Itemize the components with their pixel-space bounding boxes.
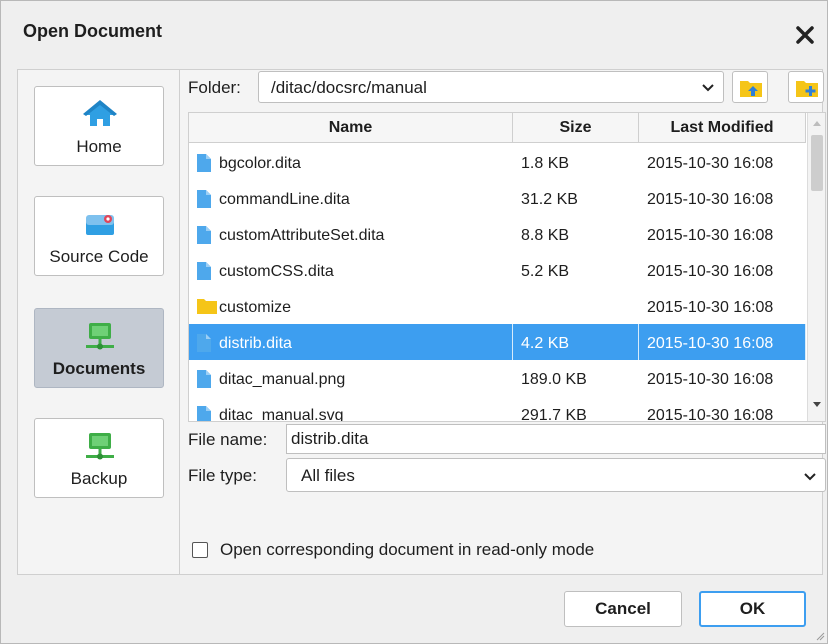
file-name-cell: ditac_manual.png bbox=[189, 360, 513, 396]
place-label: Backup bbox=[70, 469, 128, 488]
folder-icon bbox=[197, 299, 217, 314]
read-only-checkbox[interactable] bbox=[192, 542, 208, 558]
file-name-label: File name: bbox=[188, 430, 268, 449]
file-icon bbox=[197, 154, 211, 172]
file-row[interactable]: customize 2015-10-30 16:08 bbox=[189, 288, 806, 324]
file-size: 8.8 KB bbox=[521, 227, 570, 244]
file-size bbox=[513, 288, 639, 324]
file-name-cell: bgcolor.dita bbox=[189, 144, 513, 180]
place-label: Home bbox=[76, 137, 122, 156]
folder-up-icon bbox=[740, 81, 762, 97]
file-row[interactable]: ditac_manual.png 189.0 KB 2015-10-30 16:08 bbox=[189, 360, 806, 396]
file-name: commandLine.dita bbox=[219, 191, 350, 208]
file-name-cell: commandLine.dita bbox=[189, 180, 513, 216]
chevron-down-icon bbox=[804, 473, 816, 481]
file-size: 4.2 KB bbox=[513, 324, 639, 360]
file-name: customize bbox=[219, 299, 292, 316]
cancel-button[interactable]: Cancel bbox=[564, 591, 682, 627]
file-size: 189.0 KB bbox=[521, 371, 587, 388]
scroll-up-arrow-icon[interactable] bbox=[812, 119, 822, 127]
file-modified: 2015-10-30 16:08 bbox=[647, 407, 774, 422]
file-name-cell: customAttributeSet.dita bbox=[189, 216, 513, 252]
file-modified: 2015-10-30 16:08 bbox=[647, 227, 774, 244]
file-name: bgcolor.dita bbox=[219, 155, 301, 172]
file-name: customCSS.dita bbox=[219, 263, 334, 280]
file-name: customAttributeSet.dita bbox=[219, 227, 385, 244]
chevron-down-icon bbox=[702, 84, 714, 92]
file-name-input[interactable] bbox=[286, 424, 826, 454]
read-only-label[interactable]: Open corresponding document in read-only… bbox=[220, 540, 594, 560]
scrollbar-thumb[interactable] bbox=[811, 135, 823, 191]
home-icon bbox=[83, 100, 117, 126]
close-icon bbox=[796, 26, 814, 44]
folder-path: /ditac/docsrc/manual bbox=[271, 78, 427, 97]
file-icon bbox=[197, 226, 211, 244]
place-backup[interactable]: Backup bbox=[34, 418, 164, 498]
file-name-cell: customCSS.dita bbox=[189, 252, 513, 288]
places-sidebar: Home Source Code Documents Backup bbox=[18, 70, 180, 574]
file-size: 1.8 KB bbox=[521, 155, 570, 172]
file-name-cell: customize bbox=[189, 288, 513, 324]
resize-grip-icon[interactable] bbox=[815, 631, 825, 641]
file-modified: 2015-10-30 16:08 bbox=[639, 324, 806, 360]
file-icon bbox=[197, 370, 211, 388]
file-type-value: All files bbox=[301, 466, 355, 485]
scroll-down-arrow-icon[interactable] bbox=[812, 401, 822, 409]
new-folder-button[interactable] bbox=[788, 71, 824, 103]
vertical-scrollbar[interactable] bbox=[807, 113, 825, 421]
column-header-name[interactable]: Name bbox=[189, 113, 513, 143]
file-size: 291.7 KB bbox=[521, 407, 587, 422]
file-name: ditac_manual.png bbox=[219, 371, 346, 388]
file-size: 5.2 KB bbox=[521, 263, 570, 280]
file-list[interactable]: Name Size Last Modified bgcolor.dita 1.8 … bbox=[188, 112, 826, 422]
file-name-cell: ditac_manual.svg bbox=[189, 396, 513, 422]
column-header-size[interactable]: Size bbox=[513, 113, 639, 143]
file-row[interactable]: bgcolor.dita 1.8 KB 2015-10-30 16:08 bbox=[189, 144, 806, 180]
title-bar: Open Document bbox=[1, 1, 827, 63]
file-list-header: Name Size Last Modified bbox=[189, 113, 806, 143]
file-name-cell: distrib.dita bbox=[189, 324, 513, 360]
drive-icon bbox=[86, 215, 114, 235]
file-row[interactable]: customAttributeSet.dita 8.8 KB 2015-10-30 … bbox=[189, 216, 806, 252]
place-label: Documents bbox=[52, 359, 146, 378]
place-source-code[interactable]: Source Code bbox=[34, 196, 164, 276]
file-row[interactable]: ditac_manual.svg 291.7 KB 2015-10-30 16:08 bbox=[189, 396, 806, 422]
file-type-label: File type: bbox=[188, 466, 257, 485]
place-label: Source Code bbox=[49, 247, 149, 266]
folder-label: Folder: bbox=[188, 78, 241, 97]
network-drive-icon bbox=[86, 433, 114, 460]
column-header-modified[interactable]: Last Modified bbox=[639, 113, 806, 143]
file-size: 31.2 KB bbox=[521, 191, 578, 208]
file-modified: 2015-10-30 16:08 bbox=[647, 263, 774, 280]
network-drive-icon bbox=[86, 323, 114, 350]
folder-select[interactable]: /ditac/docsrc/manual bbox=[258, 71, 724, 103]
place-home[interactable]: Home bbox=[34, 86, 164, 166]
file-row[interactable]: commandLine.dita 31.2 KB 2015-10-30 16:08 bbox=[189, 180, 806, 216]
file-chooser-main: Folder: /ditac/docsrc/manual Name Size L… bbox=[188, 70, 826, 574]
place-documents[interactable]: Documents bbox=[34, 308, 164, 388]
folder-add-icon bbox=[796, 81, 818, 97]
file-name: distrib.dita bbox=[219, 335, 292, 352]
file-icon bbox=[197, 262, 211, 280]
file-name: ditac_manual.svg bbox=[219, 407, 344, 422]
file-modified: 2015-10-30 16:08 bbox=[647, 371, 774, 388]
dialog-title: Open Document bbox=[23, 21, 163, 41]
close-button[interactable] bbox=[793, 23, 817, 47]
file-modified: 2015-10-30 16:08 bbox=[647, 299, 774, 316]
parent-folder-button[interactable] bbox=[732, 71, 768, 103]
file-icon bbox=[197, 190, 211, 208]
ok-button[interactable]: OK bbox=[699, 591, 806, 627]
file-icon bbox=[197, 334, 211, 352]
dialog-content: Home Source Code Documents Backup Folder… bbox=[17, 69, 826, 575]
file-row[interactable]: distrib.dita 4.2 KB 2015-10-30 16:08 bbox=[189, 324, 806, 360]
file-row[interactable]: customCSS.dita 5.2 KB 2015-10-30 16:08 bbox=[189, 252, 806, 288]
file-modified: 2015-10-30 16:08 bbox=[647, 155, 774, 172]
open-document-dialog: Open Document Home Source Code Documents… bbox=[0, 0, 828, 644]
file-modified: 2015-10-30 16:08 bbox=[647, 191, 774, 208]
file-type-select[interactable]: All files bbox=[286, 458, 826, 492]
file-icon bbox=[197, 406, 211, 421]
